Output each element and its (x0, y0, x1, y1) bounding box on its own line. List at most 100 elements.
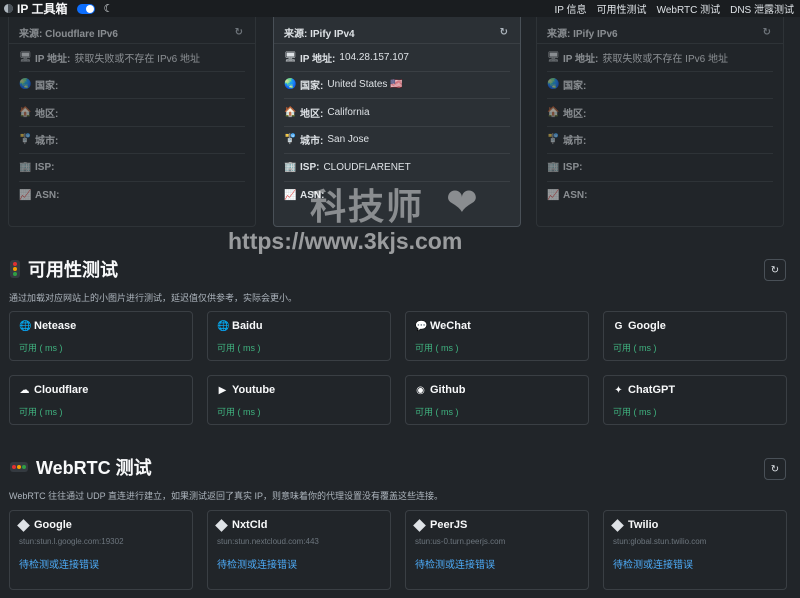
watermark-url: https://www.3kjs.com (228, 228, 463, 254)
watermark-text: 科技师 (310, 186, 425, 227)
nav-links: IP 信息 可用性测试 WebRTC 测试 DNS 泄露测试 (555, 1, 796, 16)
test-name: Github (430, 384, 466, 396)
brand-logo-icon (4, 4, 13, 13)
test-card-baidu: 🌐 Baidu 可用 ( ms ) (207, 311, 391, 361)
refresh-icon[interactable]: ↻ (235, 27, 243, 38)
direction-icon (17, 518, 30, 532)
ip-row: 🚏 城市: (547, 127, 773, 154)
ip-row: 🌏 国家: (547, 72, 773, 99)
house-icon: 🏠 (19, 106, 32, 118)
nav-link-webrtc[interactable]: WebRTC 测试 (657, 1, 721, 16)
test-name: Netease (34, 320, 77, 332)
google-icon: G (614, 320, 623, 332)
card-source: 来源: Cloudflare IPv6 (19, 28, 118, 40)
brand-title: IP 工具箱 (17, 2, 68, 16)
row-label: ISP: (35, 161, 55, 173)
chart-icon: 📈 (547, 189, 560, 201)
ip-row: 🌏 国家: (19, 72, 245, 99)
stun-server: stun:stun.l.google.com:19302 (19, 537, 124, 546)
traffic-light-icon (10, 260, 20, 278)
building-icon: 🏢 (284, 161, 297, 173)
card-source: 来源: IPify IPv4 (284, 28, 355, 40)
rtc-name: PeerJS (430, 519, 468, 531)
chart-icon: 📈 (284, 189, 297, 201)
nav-link-availability[interactable]: 可用性测试 (597, 1, 647, 16)
row-label: 地区: (563, 108, 587, 120)
row-label: 国家: (300, 81, 324, 93)
rtc-name: Twilio (628, 519, 659, 531)
chatgpt-icon: ✦ (614, 384, 623, 396)
test-name: Cloudflare (34, 384, 89, 396)
test-status: 可用 ( ms ) (19, 407, 63, 417)
test-status: 可用 ( ms ) (19, 343, 63, 353)
row-value: 104.28.157.107 (339, 51, 409, 63)
row-value: CLOUDFLARENET (323, 161, 411, 173)
row-label: ISP: (300, 161, 320, 173)
test-status: 可用 ( ms ) (217, 407, 261, 417)
test-name: WeChat (430, 320, 471, 332)
test-name: Youtube (232, 384, 276, 396)
nav-link-ip-info[interactable]: IP 信息 (555, 1, 587, 16)
availability-title: 可用性测试 (28, 260, 118, 280)
bus-stop-icon: 🚏 (547, 134, 560, 146)
test-status: 可用 ( ms ) (217, 343, 261, 353)
webrtc-refresh-button[interactable]: ↻ (764, 458, 786, 480)
ip-row: 🖥 IP 地址: 获取失败或不存在 IPv6 地址 (19, 44, 245, 72)
webrtc-card-nxtcld: NxtCld stun:stun.nextcloud.com:443 待检测或连… (207, 510, 391, 590)
row-value: 获取失败或不存在 IPv6 地址 (602, 53, 728, 65)
monitor-icon: 🖥 (547, 51, 560, 63)
webrtc-card-google: Google stun:stun.l.google.com:19302 待检测或… (9, 510, 193, 590)
row-label: 城市: (563, 136, 587, 148)
test-status: 可用 ( ms ) (613, 343, 657, 353)
stun-server: stun:global.stun.twilio.com (613, 537, 707, 546)
row-label: 地区: (300, 108, 324, 120)
test-card-chatgpt: ✦ ChatGPT 可用 ( ms ) (603, 375, 787, 425)
globe-icon: 🌏 (19, 79, 32, 91)
ip-row: 🏠 地区: California (284, 99, 510, 127)
rtc-status: 待检测或连接错误 (415, 560, 495, 571)
refresh-icon[interactable]: ↻ (500, 27, 508, 38)
row-label: 国家: (563, 81, 587, 93)
rtc-status: 待检测或连接错误 (217, 560, 297, 571)
house-icon: 🏠 (284, 106, 297, 118)
test-card-cloudflare: ☁ Cloudflare 可用 ( ms ) (9, 375, 193, 425)
ip-row: 🏢 ISP: (19, 154, 245, 182)
refresh-icon[interactable]: ↻ (763, 27, 771, 38)
brand[interactable]: IP 工具箱 ☾ (4, 0, 113, 17)
nav-link-dns-leak[interactable]: DNS 泄露测试 (730, 1, 794, 16)
test-card-netease: 🌐 Netease 可用 ( ms ) (9, 311, 193, 361)
ip-card-cloudflare-ipv6: 来源: Cloudflare IPv6 ↻ 🖥 IP 地址: 获取失败或不存在 IP… (8, 8, 256, 227)
ip-row: 🏢 ISP: (547, 154, 773, 182)
card-source: 来源: IPify IPv6 (547, 28, 618, 40)
direction-icon (611, 518, 624, 532)
navbar: IP 工具箱 ☾ IP 信息 可用性测试 WebRTC 测试 DNS 泄露测试 (0, 0, 800, 17)
theme-toggle[interactable] (77, 3, 96, 14)
stun-server: stun:stun.nextcloud.com:443 (217, 537, 319, 546)
availability-refresh-button[interactable]: ↻ (764, 259, 786, 281)
row-label: ASN: (563, 189, 588, 201)
ip-row: 🏠 地区: (547, 99, 773, 127)
chart-icon: 📈 (19, 189, 32, 201)
moon-icon: ☾ (103, 3, 114, 15)
test-status: 可用 ( ms ) (613, 407, 657, 417)
ip-row: 🚏 城市: San Jose (284, 127, 510, 154)
test-name: Google (628, 320, 666, 332)
row-label: 国家: (35, 81, 59, 93)
globe-icon: 🌐 (217, 320, 230, 332)
ip-row: 🖥 IP 地址: 104.28.157.107 (284, 44, 510, 72)
row-label: IP 地址: (300, 53, 336, 65)
row-label: IP 地址: (35, 53, 71, 65)
traffic-light-icon (10, 462, 28, 472)
test-name: ChatGPT (628, 384, 676, 396)
row-value: San Jose (327, 134, 370, 146)
youtube-icon: ▶ (218, 384, 227, 396)
webrtc-title: WebRTC 测试 (36, 458, 152, 478)
rtc-name: Google (34, 519, 72, 531)
webrtc-card-peerjs: PeerJS stun:us-0.turn.peerjs.com 待检测或连接错… (405, 510, 589, 590)
globe-icon: 🌐 (19, 320, 32, 332)
cloud-icon: ☁ (19, 384, 30, 396)
test-status: 可用 ( ms ) (415, 407, 459, 417)
row-label: 城市: (300, 136, 324, 148)
ip-row: 📈 ASN: (19, 182, 245, 210)
ip-card-ipify-ipv6: 来源: IPify IPv6 ↻ 🖥 IP 地址: 获取失败或不存在 IPv6 地址… (536, 8, 784, 227)
